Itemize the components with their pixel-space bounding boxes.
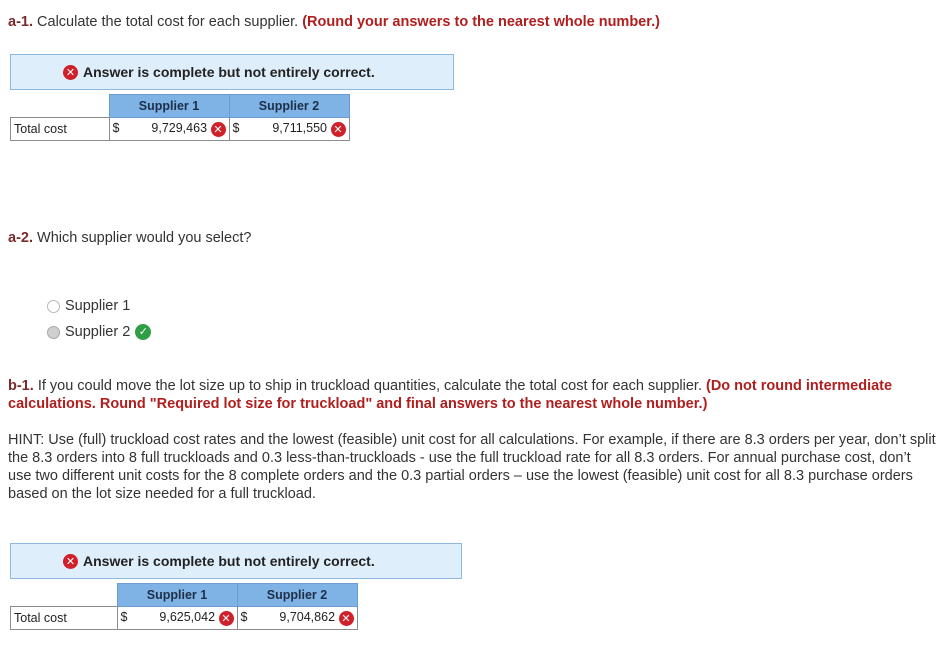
banner-text: Answer is complete but not entirely corr… xyxy=(83,553,375,569)
question-number: a-1. xyxy=(8,14,33,30)
question-b1: b-1. If you could move the lot size up t… xyxy=(8,377,908,413)
row-label: Total cost xyxy=(10,606,118,630)
radio-option-supplier-1[interactable]: Supplier 1 xyxy=(47,298,130,314)
answer-cell-supplier-1[interactable]: $ 9,625,042 ✕ xyxy=(116,606,238,630)
radio-button[interactable] xyxy=(47,299,60,313)
radio-button-selected[interactable] xyxy=(47,325,60,339)
radio-label: Supplier 2 xyxy=(65,324,131,340)
x-circle-icon: ✕ xyxy=(338,610,354,626)
currency-symbol: $ xyxy=(232,121,240,136)
x-circle-icon: ✕ xyxy=(330,121,346,137)
answer-status-banner: ✕ Answer is complete but not entirely co… xyxy=(10,54,454,90)
row-label: Total cost xyxy=(10,117,110,141)
question-text: Which supplier would you select? xyxy=(37,230,252,246)
currency-symbol: $ xyxy=(112,121,120,136)
banner-text: Answer is complete but not entirely corr… xyxy=(83,64,375,80)
answer-cell-supplier-1[interactable]: $ 9,729,463 ✕ xyxy=(108,117,230,141)
column-header: Supplier 2 xyxy=(228,94,350,118)
question-a2: a-2. Which supplier would you select? xyxy=(8,229,251,247)
question-a1: a-1. Calculate the total cost for each s… xyxy=(8,13,660,31)
question-text: Calculate the total cost for each suppli… xyxy=(37,14,299,30)
x-circle-icon: ✕ xyxy=(218,610,234,626)
question-instruction: (Round your answers to the nearest whole… xyxy=(302,14,660,30)
column-header: Supplier 2 xyxy=(236,583,358,607)
question-text: If you could move the lot size up to shi… xyxy=(37,378,702,394)
radio-option-supplier-2[interactable]: Supplier 2 ✓ xyxy=(47,324,152,340)
column-header: Supplier 1 xyxy=(116,583,238,607)
answer-table-b1: Supplier 1 Supplier 2 Total cost $ 9,625… xyxy=(10,583,358,630)
answer-value: 9,704,862 xyxy=(279,610,336,625)
answer-cell-supplier-2[interactable]: $ 9,704,862 ✕ xyxy=(236,606,358,630)
x-circle-icon: ✕ xyxy=(210,121,226,137)
currency-symbol: $ xyxy=(240,610,248,625)
currency-symbol: $ xyxy=(120,610,128,625)
radio-label: Supplier 1 xyxy=(65,298,131,314)
answer-cell-supplier-2[interactable]: $ 9,711,550 ✕ xyxy=(228,117,350,141)
question-number: b-1. xyxy=(8,378,34,394)
check-circle-icon: ✓ xyxy=(135,324,152,340)
answer-value: 9,625,042 xyxy=(159,610,216,625)
hint-text: HINT: Use (full) truckload cost rates an… xyxy=(8,432,936,502)
x-circle-icon: ✕ xyxy=(63,553,78,569)
answer-value: 9,729,463 xyxy=(151,121,208,136)
x-circle-icon: ✕ xyxy=(63,64,78,80)
answer-value: 9,711,550 xyxy=(272,121,328,136)
answer-status-banner: ✕ Answer is complete but not entirely co… xyxy=(10,543,462,579)
answer-table-a1: Supplier 1 Supplier 2 Total cost $ 9,729… xyxy=(10,94,350,141)
question-number: a-2. xyxy=(8,230,33,246)
column-header: Supplier 1 xyxy=(108,94,230,118)
